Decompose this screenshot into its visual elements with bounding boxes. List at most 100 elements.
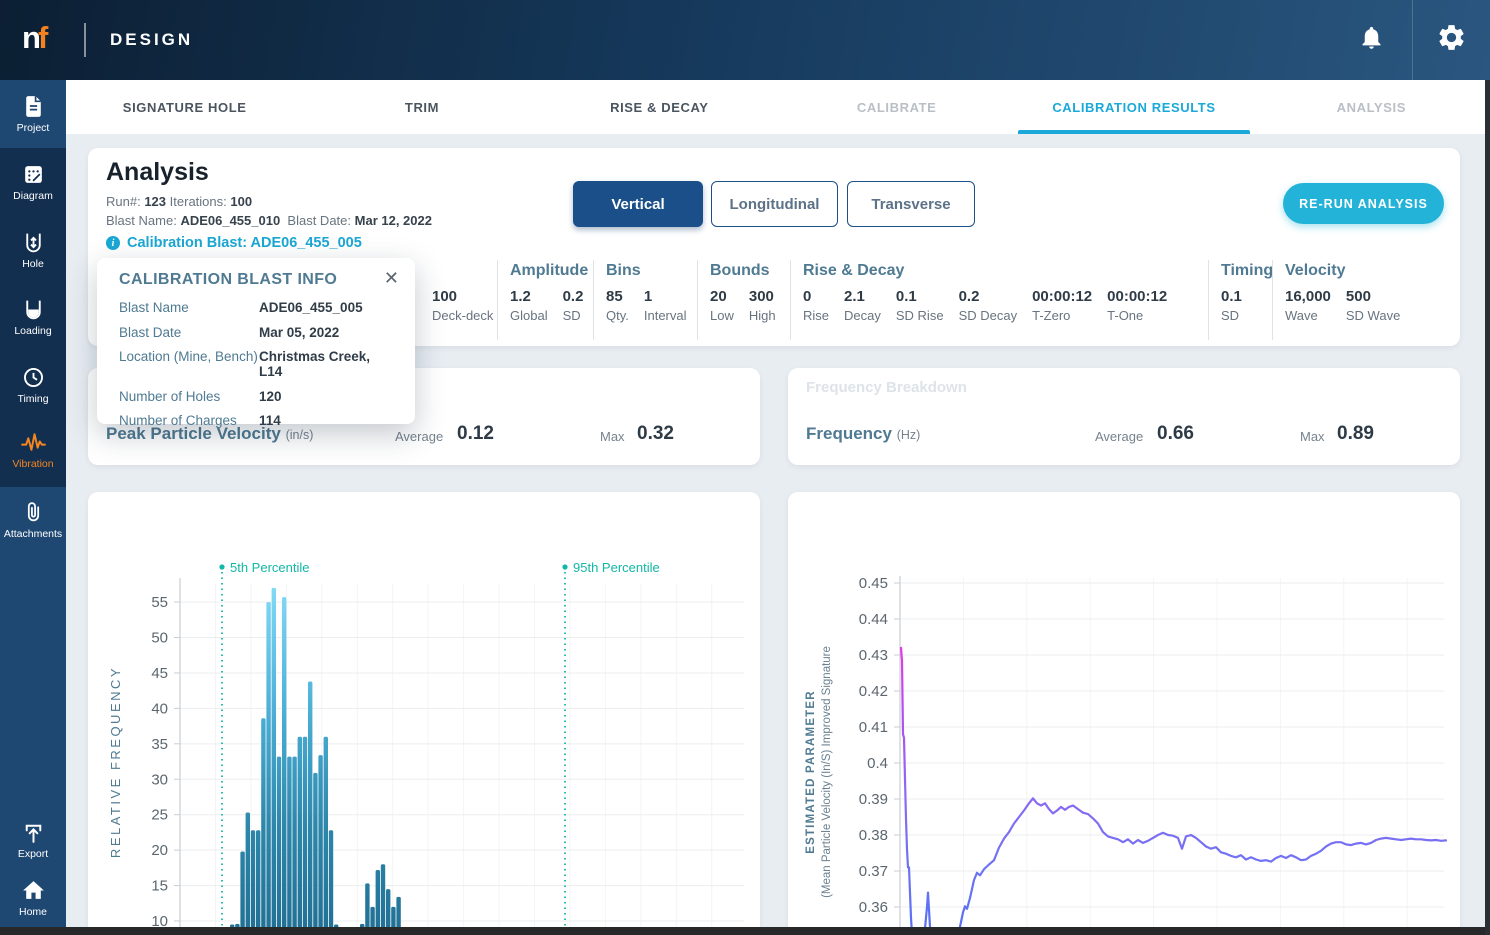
percentile-label: 95th Percentile bbox=[573, 560, 660, 575]
svg-text:0.39: 0.39 bbox=[859, 791, 888, 808]
histogram-bar bbox=[298, 737, 302, 935]
histogram-bar bbox=[240, 852, 244, 935]
ppv-average-label: Average bbox=[395, 429, 443, 444]
window-bottom-edge bbox=[0, 927, 1490, 935]
param-section-bins: Bins85Qty.1Interval bbox=[593, 260, 697, 340]
sidebar-nav: Project Diagram Hole Loading Timing Vibration… bbox=[0, 80, 66, 935]
longitudinal-button[interactable]: Longitudinal bbox=[711, 181, 838, 227]
param-section-title: Rise & Decay bbox=[803, 262, 1208, 286]
sidebar-item-project[interactable]: Project bbox=[0, 94, 66, 134]
param-item-label: Global bbox=[510, 308, 548, 323]
percentile-label: 5th Percentile bbox=[230, 560, 310, 575]
param-item-label: Decay bbox=[844, 308, 881, 323]
tab-trim[interactable]: TRIM bbox=[303, 80, 540, 134]
frequency-average-label: Average bbox=[1095, 429, 1143, 444]
tab-calibrate[interactable]: CALIBRATE bbox=[778, 80, 1015, 134]
popup-info-row: Number of Holes120 bbox=[119, 389, 395, 404]
line-chart-ylabel-2: (Mean Particle Velocity (In/S) Improved … bbox=[821, 646, 833, 898]
histogram-bar bbox=[272, 588, 276, 935]
ppv-max-label: Max bbox=[600, 429, 625, 444]
param-section-velocity: Velocity16,000Wave500SD Wave bbox=[1272, 260, 1460, 340]
sidebar-item-label: Hole bbox=[0, 258, 66, 270]
svg-text:50: 50 bbox=[151, 630, 168, 647]
histogram-bar bbox=[246, 813, 250, 935]
rerun-analysis-button[interactable]: RE-RUN ANALYSIS bbox=[1283, 183, 1444, 224]
frequency-max-label: Max bbox=[1300, 429, 1325, 444]
sidebar-item-label: Export bbox=[0, 848, 66, 860]
svg-text:15: 15 bbox=[151, 878, 168, 895]
popup-rows: Blast NameADE06_455_005Blast DateMar 05,… bbox=[119, 300, 395, 428]
svg-text:0.38: 0.38 bbox=[859, 827, 888, 844]
param-item-value: 20 bbox=[710, 288, 734, 305]
vertical-button[interactable]: Vertical bbox=[573, 181, 703, 227]
histogram-bar bbox=[303, 737, 307, 935]
notifications-button[interactable] bbox=[1340, 0, 1402, 80]
param-item-value: 00:00:12 bbox=[1032, 288, 1092, 305]
param-section-bounds: Bounds 20 Low 300 High bbox=[697, 260, 790, 340]
sidebar-item-loading[interactable]: Loading bbox=[0, 297, 66, 337]
tab-signature-hole[interactable]: SIGNATURE HOLE bbox=[66, 80, 303, 134]
sidebar-item-label: Vibration bbox=[0, 458, 66, 470]
svg-text:45: 45 bbox=[151, 665, 168, 682]
histogram-bar bbox=[376, 870, 380, 935]
sidebar-item-vibration[interactable]: Vibration bbox=[0, 430, 66, 470]
param-item-wave: 16,000Wave bbox=[1285, 288, 1331, 323]
transverse-button[interactable]: Transverse bbox=[847, 181, 975, 227]
sidebar-item-label: Timing bbox=[0, 393, 66, 405]
param-item-value: 0.1 bbox=[1221, 288, 1242, 305]
param-item-value: 85 bbox=[606, 288, 629, 305]
iterations-value: 100 bbox=[230, 194, 252, 209]
param-item-label: Low bbox=[710, 308, 734, 323]
param-section-title: Timing bbox=[1221, 262, 1272, 286]
tab-rise-decay[interactable]: RISE & DECAY bbox=[541, 80, 778, 134]
sidebar-item-label: Diagram bbox=[0, 190, 66, 202]
histogram-bar bbox=[266, 602, 270, 935]
app-logo[interactable]: nf bbox=[22, 20, 47, 56]
param-item-label: Wave bbox=[1285, 308, 1331, 323]
sidebar-item-attachments[interactable]: Attachments bbox=[0, 500, 66, 540]
tab-calibration-results[interactable]: CALIBRATION RESULTS bbox=[1015, 80, 1252, 134]
sidebar-item-home[interactable]: Home bbox=[0, 878, 66, 918]
tab-label: CALIBRATE bbox=[857, 100, 937, 115]
tab-bar: SIGNATURE HOLETRIMRISE & DECAY CALIBRATE C… bbox=[66, 80, 1490, 134]
parameter-line-chart-svg: 0.450.440.430.420.410.40.390.380.370.36E… bbox=[788, 492, 1460, 935]
calibration-blast-link[interactable]: i Calibration Blast: ADE06_455_005 bbox=[106, 235, 362, 251]
popup-row-value: 120 bbox=[259, 389, 282, 404]
param-item-interval: 1Interval bbox=[644, 288, 687, 323]
sidebar-item-diagram[interactable]: Diagram bbox=[0, 162, 66, 202]
histogram-bar bbox=[329, 830, 333, 935]
sidebar-item-export[interactable]: Export bbox=[0, 820, 66, 860]
close-icon[interactable]: ✕ bbox=[384, 269, 399, 287]
settings-button[interactable] bbox=[1413, 0, 1490, 80]
histogram-bar bbox=[313, 773, 317, 935]
popup-info-row: Location (Mine, Bench)Christmas Creek, L… bbox=[119, 349, 395, 379]
window-right-edge[interactable] bbox=[1485, 80, 1490, 935]
param-item-t-one: 00:00:12T-One bbox=[1107, 288, 1167, 323]
active-tab-underline bbox=[1018, 130, 1249, 134]
popup-info-row: Blast DateMar 05, 2022 bbox=[119, 325, 395, 340]
param-item-label: SD bbox=[1221, 308, 1242, 323]
svg-text:55: 55 bbox=[151, 594, 168, 611]
calibration-blast-info-popup: CALIBRATION BLAST INFO ✕ Blast NameADE06… bbox=[97, 258, 415, 424]
param-item-rise: 0Rise bbox=[803, 288, 829, 323]
tab-analysis[interactable]: ANALYSIS bbox=[1253, 80, 1490, 134]
diagram-icon bbox=[0, 162, 66, 187]
svg-text:0.41: 0.41 bbox=[859, 719, 888, 736]
sidebar-item-hole[interactable]: Hole bbox=[0, 230, 66, 270]
param-section-title bbox=[432, 262, 497, 286]
svg-text:20: 20 bbox=[151, 842, 168, 859]
gear-icon bbox=[1436, 22, 1467, 58]
param-item-label: T-One bbox=[1107, 308, 1167, 323]
histogram-bar bbox=[287, 757, 291, 935]
param-item-value: 0.2 bbox=[959, 288, 1018, 305]
param-section-rise-decay: Rise & Decay0Rise2.1Decay0.1SD Rise0.2SD… bbox=[790, 260, 1208, 340]
param-item-qty: 85Qty. bbox=[606, 288, 629, 323]
param-item-label: High bbox=[749, 308, 776, 323]
param-item-value: 300 bbox=[749, 288, 776, 305]
ppv-unit: (in/s) bbox=[286, 428, 314, 442]
param-section-title: Bounds bbox=[710, 262, 790, 286]
app-name: DESIGN bbox=[110, 0, 193, 80]
sidebar-item-timing[interactable]: Timing bbox=[0, 365, 66, 405]
svg-text:0.44: 0.44 bbox=[859, 611, 888, 628]
run-value: 123 bbox=[144, 194, 166, 209]
